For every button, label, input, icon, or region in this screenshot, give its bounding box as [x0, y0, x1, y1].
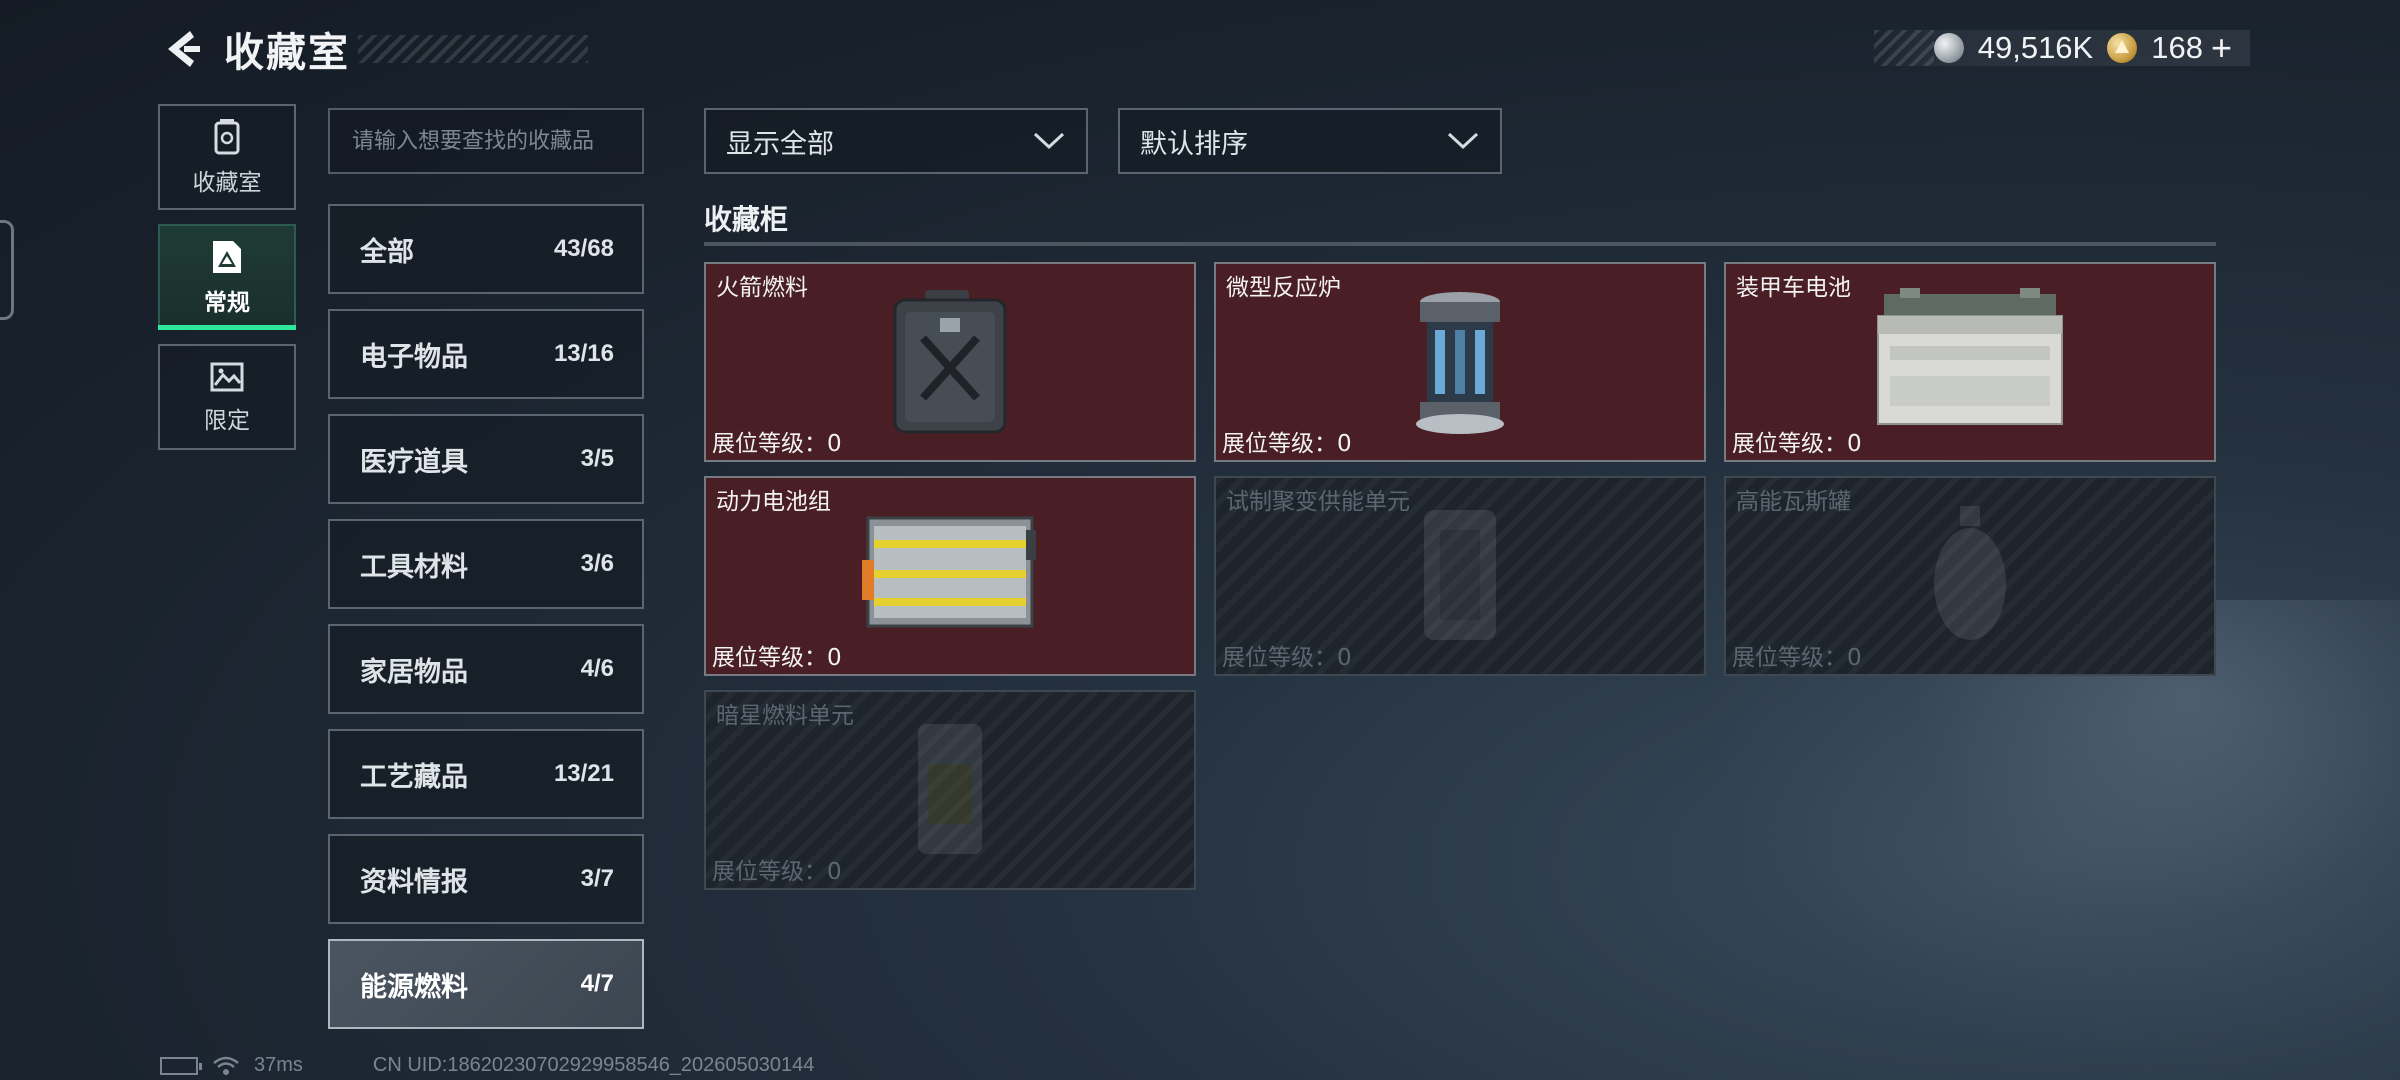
- category-name: 能源燃料: [360, 971, 468, 1003]
- collectible-card[interactable]: 高能瓦斯罐 展位等级：0: [1724, 476, 2216, 676]
- collectible-card[interactable]: 暗星燃料单元 展位等级：0: [704, 690, 1196, 890]
- sort-dropdown-value: 默认排序: [1140, 128, 1248, 160]
- category-intel[interactable]: 资料情报 3/7: [328, 834, 644, 924]
- status-bar: 37ms CN UID:1862023070292995854​6_202605…: [160, 1054, 814, 1077]
- back-arrow-icon: [168, 31, 200, 67]
- category-list: 全部 43/68 电子物品 13/16 医疗道具 3/5 工具材料 3/6 家居…: [328, 204, 644, 1044]
- gold-coin-icon: [2107, 33, 2138, 63]
- collectible-name: 试制聚变供能单元: [1226, 489, 1410, 515]
- collectible-name: 火箭燃料: [716, 275, 808, 301]
- nav-item-label: 收藏室: [192, 170, 262, 196]
- chevron-down-icon: [1033, 132, 1065, 150]
- category-name: 家居物品: [360, 656, 468, 688]
- category-count: 13/16: [553, 340, 614, 367]
- currency-bar: 49,516K 168 +: [1873, 27, 2250, 69]
- collection-nav: 收藏室 常规 限定: [158, 104, 296, 464]
- category-count: 3/7: [580, 865, 614, 892]
- chevron-down-icon: [1447, 132, 1479, 150]
- category-name: 医疗道具: [360, 446, 468, 478]
- title-decoration: [358, 35, 588, 63]
- category-electronics[interactable]: 电子物品 13/16: [328, 309, 644, 399]
- silver-coin-icon: [1933, 33, 1964, 63]
- nav-item-label: 限定: [204, 408, 250, 434]
- collectible-card[interactable]: 微型反应炉 展位等级：0: [1214, 262, 1706, 462]
- category-count: 3/5: [580, 445, 614, 472]
- collectible-card[interactable]: 试制聚变供能单元 展位等级：0: [1214, 476, 1706, 676]
- booth-level: 展位等级：0: [712, 431, 842, 457]
- category-name: 工具材料: [360, 551, 468, 583]
- reactor-icon: [1416, 292, 1504, 434]
- search-input[interactable]: [352, 128, 620, 154]
- category-medical[interactable]: 医疗道具 3/5: [328, 414, 644, 504]
- nav-item-limited[interactable]: 限定: [158, 344, 296, 450]
- search-box[interactable]: [328, 108, 644, 174]
- category-all[interactable]: 全部 43/68: [328, 204, 644, 294]
- gas-tank-icon: [1934, 506, 2006, 640]
- collectible-name: 高能瓦斯罐: [1736, 489, 1851, 515]
- nav-item-collection-room[interactable]: 收藏室: [158, 104, 296, 210]
- header: 收藏室: [160, 24, 588, 76]
- filter-dropdown[interactable]: 显示全部: [704, 108, 1088, 174]
- currency-decoration: [1873, 30, 1934, 66]
- fuel-cell-icon: [918, 724, 982, 854]
- section-title: 收藏柜: [704, 203, 789, 236]
- category-name: 电子物品: [360, 341, 468, 373]
- add-currency-button[interactable]: +: [2211, 27, 2232, 69]
- collectible-card[interactable]: 火箭燃料 展位等级：0: [704, 262, 1196, 462]
- battery-pack-icon: [862, 516, 1036, 628]
- booth-level: 展位等级：0: [1732, 431, 1862, 457]
- category-count: 13/21: [553, 760, 614, 787]
- category-name: 全部: [360, 236, 414, 268]
- wifi-icon: [213, 1056, 239, 1075]
- picture-icon: [210, 362, 244, 392]
- collectible-name: 动力电池组: [716, 489, 831, 515]
- category-count: 43/68: [553, 235, 614, 262]
- document-icon: [213, 241, 241, 273]
- nav-item-regular[interactable]: 常规: [158, 224, 296, 330]
- collectible-card[interactable]: 装甲车电池 展位等级：0: [1724, 262, 2216, 462]
- category-crafts[interactable]: 工艺藏品 13/21: [328, 729, 644, 819]
- filter-dropdown-value: 显示全部: [726, 128, 834, 160]
- fusion-cell-icon: [1424, 510, 1496, 640]
- booth-level: 展位等级：0: [1222, 431, 1352, 457]
- jerrycan-icon: [893, 290, 1007, 434]
- back-button[interactable]: [160, 27, 204, 71]
- collectible-name: 微型反应炉: [1226, 275, 1341, 301]
- booth-level: 展位等级：0: [712, 859, 842, 885]
- silver-balance: 49,516K: [1977, 30, 2094, 65]
- category-household[interactable]: 家居物品 4/6: [328, 624, 644, 714]
- category-name: 资料情报: [360, 866, 468, 898]
- nav-item-label: 常规: [204, 290, 250, 316]
- category-name: 工艺藏品: [360, 761, 468, 793]
- sort-dropdown[interactable]: 默认排序: [1118, 108, 1502, 174]
- ping-value: 37ms: [254, 1054, 303, 1076]
- booth-level: 展位等级：0: [1732, 645, 1862, 671]
- collectible-card[interactable]: 动力电池组 展位等级：0: [704, 476, 1196, 676]
- category-energy-fuel[interactable]: 能源燃料 4/7: [328, 939, 644, 1029]
- category-count: 4/7: [580, 970, 614, 997]
- side-drawer-handle[interactable]: [0, 220, 14, 320]
- category-count: 4/6: [580, 655, 614, 682]
- gold-balance: 168: [2151, 30, 2203, 65]
- booth-level: 展位等级：0: [1222, 645, 1352, 671]
- section-divider: [704, 242, 2216, 246]
- battery-icon: [160, 1056, 202, 1075]
- user-uid: CN UID:1862023070292995854​6_20260503014…: [372, 1054, 815, 1076]
- booth-level: 展位等级：0: [712, 645, 842, 671]
- page-title: 收藏室: [224, 30, 350, 76]
- category-tools[interactable]: 工具材料 3/6: [328, 519, 644, 609]
- car-battery-icon: [1877, 288, 2063, 425]
- collectible-name: 装甲车电池: [1736, 275, 1851, 301]
- category-count: 3/6: [580, 550, 614, 577]
- trash-bin-icon: [214, 119, 240, 155]
- collectible-name: 暗星燃料单元: [716, 703, 854, 729]
